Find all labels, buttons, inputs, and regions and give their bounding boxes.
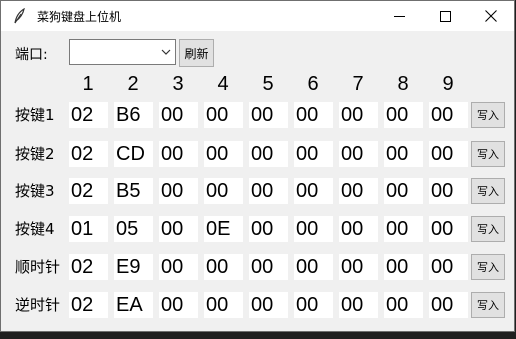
column-header: 4 (217, 73, 229, 95)
byte-input[interactable]: 00 (429, 178, 468, 204)
minimize-button[interactable] (376, 1, 422, 31)
byte-input[interactable]: 02 (69, 254, 108, 280)
byte-input[interactable]: 00 (159, 254, 198, 280)
byte-input[interactable]: 00 (429, 254, 468, 280)
column-header: 9 (442, 73, 454, 95)
write-button[interactable]: 写入 (471, 178, 505, 204)
byte-input[interactable]: 00 (204, 178, 243, 204)
byte-input[interactable]: 00 (294, 216, 333, 242)
byte-input[interactable]: 00 (429, 141, 468, 167)
byte-input[interactable]: 00 (429, 102, 468, 128)
byte-input[interactable]: 02 (69, 102, 108, 128)
byte-input[interactable]: E9 (114, 254, 153, 280)
app-window: 菜狗键盘上位机 端口: 刷新 1 2 3 4 5 6 7 8 9 按键1 02 B6 00 00 00 00 0… (0, 0, 515, 332)
byte-input[interactable]: 00 (339, 102, 378, 128)
maximize-button[interactable] (422, 1, 468, 31)
minimize-icon (393, 15, 405, 17)
maximize-icon (439, 10, 451, 22)
byte-input[interactable]: 00 (384, 254, 423, 280)
byte-input[interactable]: EA (114, 292, 153, 318)
row-label: 顺时针 (15, 258, 61, 276)
byte-input[interactable]: 00 (159, 141, 198, 167)
byte-input[interactable]: 00 (249, 292, 288, 318)
refresh-button[interactable]: 刷新 (179, 39, 214, 67)
byte-input[interactable]: 00 (159, 216, 198, 242)
column-header: 8 (397, 73, 409, 95)
byte-input[interactable]: B6 (114, 102, 153, 128)
byte-input[interactable]: 01 (69, 216, 108, 242)
byte-input[interactable]: 00 (339, 141, 378, 167)
byte-input[interactable]: B5 (114, 178, 153, 204)
byte-input[interactable]: 02 (69, 141, 108, 167)
byte-input[interactable]: 00 (294, 141, 333, 167)
byte-input[interactable]: 00 (294, 178, 333, 204)
byte-input[interactable]: 00 (294, 102, 333, 128)
column-header: 3 (172, 73, 184, 95)
window-title: 菜狗键盘上位机 (37, 10, 122, 24)
row-label: 按键3 (15, 182, 55, 200)
row-label: 按键2 (15, 145, 55, 163)
write-button[interactable]: 写入 (471, 141, 505, 167)
column-header: 7 (352, 73, 364, 95)
byte-input[interactable]: 05 (114, 216, 153, 242)
byte-input[interactable]: CD (114, 141, 153, 167)
byte-input[interactable]: 02 (69, 292, 108, 318)
byte-input[interactable]: 00 (159, 178, 198, 204)
column-header: 1 (82, 73, 94, 95)
column-header: 2 (127, 73, 139, 95)
byte-input[interactable]: 00 (249, 141, 288, 167)
row-label: 按键4 (15, 220, 55, 238)
byte-input[interactable]: 00 (159, 102, 198, 128)
byte-input[interactable]: 00 (204, 102, 243, 128)
port-label: 端口: (15, 47, 48, 63)
feather-icon (12, 7, 26, 24)
byte-input[interactable]: 00 (384, 292, 423, 318)
write-button[interactable]: 写入 (471, 254, 505, 280)
column-header: 5 (262, 73, 274, 95)
byte-input[interactable]: 00 (384, 178, 423, 204)
byte-input[interactable]: 00 (384, 141, 423, 167)
byte-input[interactable]: 00 (294, 292, 333, 318)
byte-input[interactable]: 00 (339, 178, 378, 204)
byte-input[interactable]: 00 (339, 216, 378, 242)
byte-input[interactable]: 00 (429, 292, 468, 318)
row-label: 逆时针 (15, 296, 61, 314)
row-label: 按键1 (15, 106, 55, 124)
byte-input[interactable]: 00 (294, 254, 333, 280)
write-button[interactable]: 写入 (471, 292, 505, 318)
column-header: 6 (307, 73, 319, 95)
chevron-down-icon (161, 49, 171, 55)
byte-input[interactable]: 00 (339, 254, 378, 280)
byte-input[interactable]: 00 (204, 254, 243, 280)
title-bar: 菜狗键盘上位机 (1, 1, 514, 31)
byte-input[interactable]: 00 (204, 141, 243, 167)
byte-input[interactable]: 00 (249, 102, 288, 128)
close-button[interactable] (468, 1, 514, 31)
byte-input[interactable]: 00 (249, 254, 288, 280)
byte-input[interactable]: 00 (249, 216, 288, 242)
byte-input[interactable]: 00 (429, 216, 468, 242)
close-icon (485, 10, 497, 22)
byte-input[interactable]: 00 (384, 102, 423, 128)
byte-input[interactable]: 00 (159, 292, 198, 318)
byte-input[interactable]: 00 (384, 216, 423, 242)
byte-input[interactable]: 02 (69, 178, 108, 204)
byte-input[interactable]: 0E (204, 216, 243, 242)
port-select[interactable] (69, 39, 176, 65)
write-button[interactable]: 写入 (471, 216, 505, 242)
byte-input[interactable]: 00 (249, 178, 288, 204)
byte-input[interactable]: 00 (339, 292, 378, 318)
write-button[interactable]: 写入 (471, 102, 505, 128)
byte-input[interactable]: 00 (204, 292, 243, 318)
